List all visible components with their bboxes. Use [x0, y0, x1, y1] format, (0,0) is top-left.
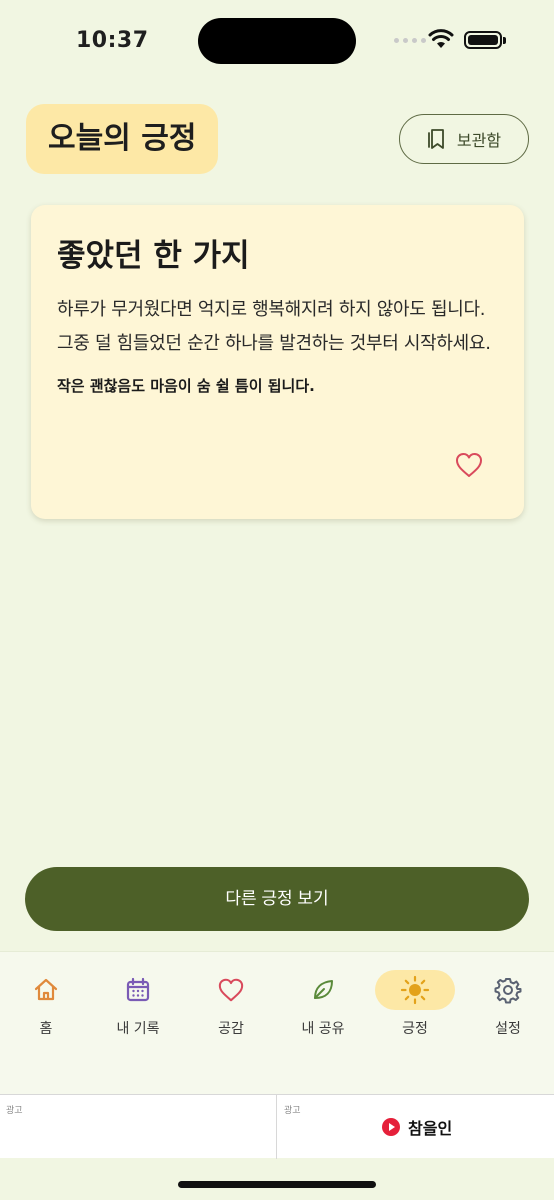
- archive-label: 보관함: [456, 131, 502, 150]
- tab-label: 내 공유: [301, 1021, 345, 1037]
- positivity-card: 좋았던 한 가지 하루가 무거웠다면 억지로 행복해지려 하지 않아도 됩니다.…: [31, 205, 524, 519]
- ad-brand-name: 참을인: [408, 1119, 453, 1138]
- home-icon: [34, 978, 58, 1001]
- signal-icon: [394, 38, 426, 43]
- leaf-icon: [314, 980, 333, 999]
- active-tab-highlight: [375, 970, 455, 1010]
- status-bar: 10:37: [0, 0, 554, 84]
- card-emphasis: 작은 괜찮음도 마음이 숨 쉴 틈이 됩니다.: [57, 377, 315, 395]
- tab-my-shares[interactable]: 내 공유: [278, 970, 368, 1038]
- gear-icon: [494, 978, 522, 1004]
- bookmark-stack-icon: [428, 129, 444, 149]
- ad-tag: 광고: [6, 1106, 23, 1116]
- tab-home[interactable]: 홈: [1, 970, 91, 1038]
- ad-banner-area: 광고 광고 참을인: [0, 1094, 554, 1159]
- ad-brand-link[interactable]: 참을인: [382, 1115, 452, 1139]
- ad-tag: 광고: [284, 1106, 301, 1116]
- bottom-tab-bar: 홈 내 기록 공감 내 공유 긍정 설정: [0, 951, 554, 1094]
- tab-label: 내 기록: [116, 1021, 160, 1037]
- dynamic-island: [198, 18, 356, 64]
- calendar-icon: [126, 977, 150, 1002]
- tab-label: 공감: [218, 1021, 244, 1037]
- heart-icon[interactable]: [454, 451, 484, 479]
- tab-empathy[interactable]: 공감: [186, 970, 276, 1038]
- tab-label: 홈: [39, 1021, 53, 1037]
- archive-button[interactable]: 보관함: [399, 114, 529, 164]
- home-indicator: [178, 1181, 376, 1188]
- battery-icon: [464, 31, 506, 49]
- tab-my-records[interactable]: 내 기록: [93, 970, 183, 1038]
- heart-icon: [218, 978, 244, 1002]
- sun-icon: [400, 975, 430, 1005]
- ad-divider: [276, 1095, 277, 1159]
- tab-positivity[interactable]: 긍정: [370, 970, 460, 1038]
- wifi-icon: [428, 29, 454, 48]
- tab-settings[interactable]: 설정: [463, 970, 553, 1038]
- other-positivity-button[interactable]: 다른 긍정 보기: [25, 867, 529, 931]
- tab-label: 설정: [495, 1021, 521, 1037]
- tab-label: 긍정: [402, 1021, 428, 1037]
- page-title: 오늘의 긍정: [26, 104, 219, 174]
- status-time: 10:37: [76, 28, 149, 53]
- card-title: 좋았던 한 가지: [57, 238, 250, 274]
- play-icon: [382, 1118, 400, 1136]
- card-body: 하루가 무거웠다면 억지로 행복해지려 하지 않아도 됩니다. 그중 덜 힘들었…: [57, 299, 491, 354]
